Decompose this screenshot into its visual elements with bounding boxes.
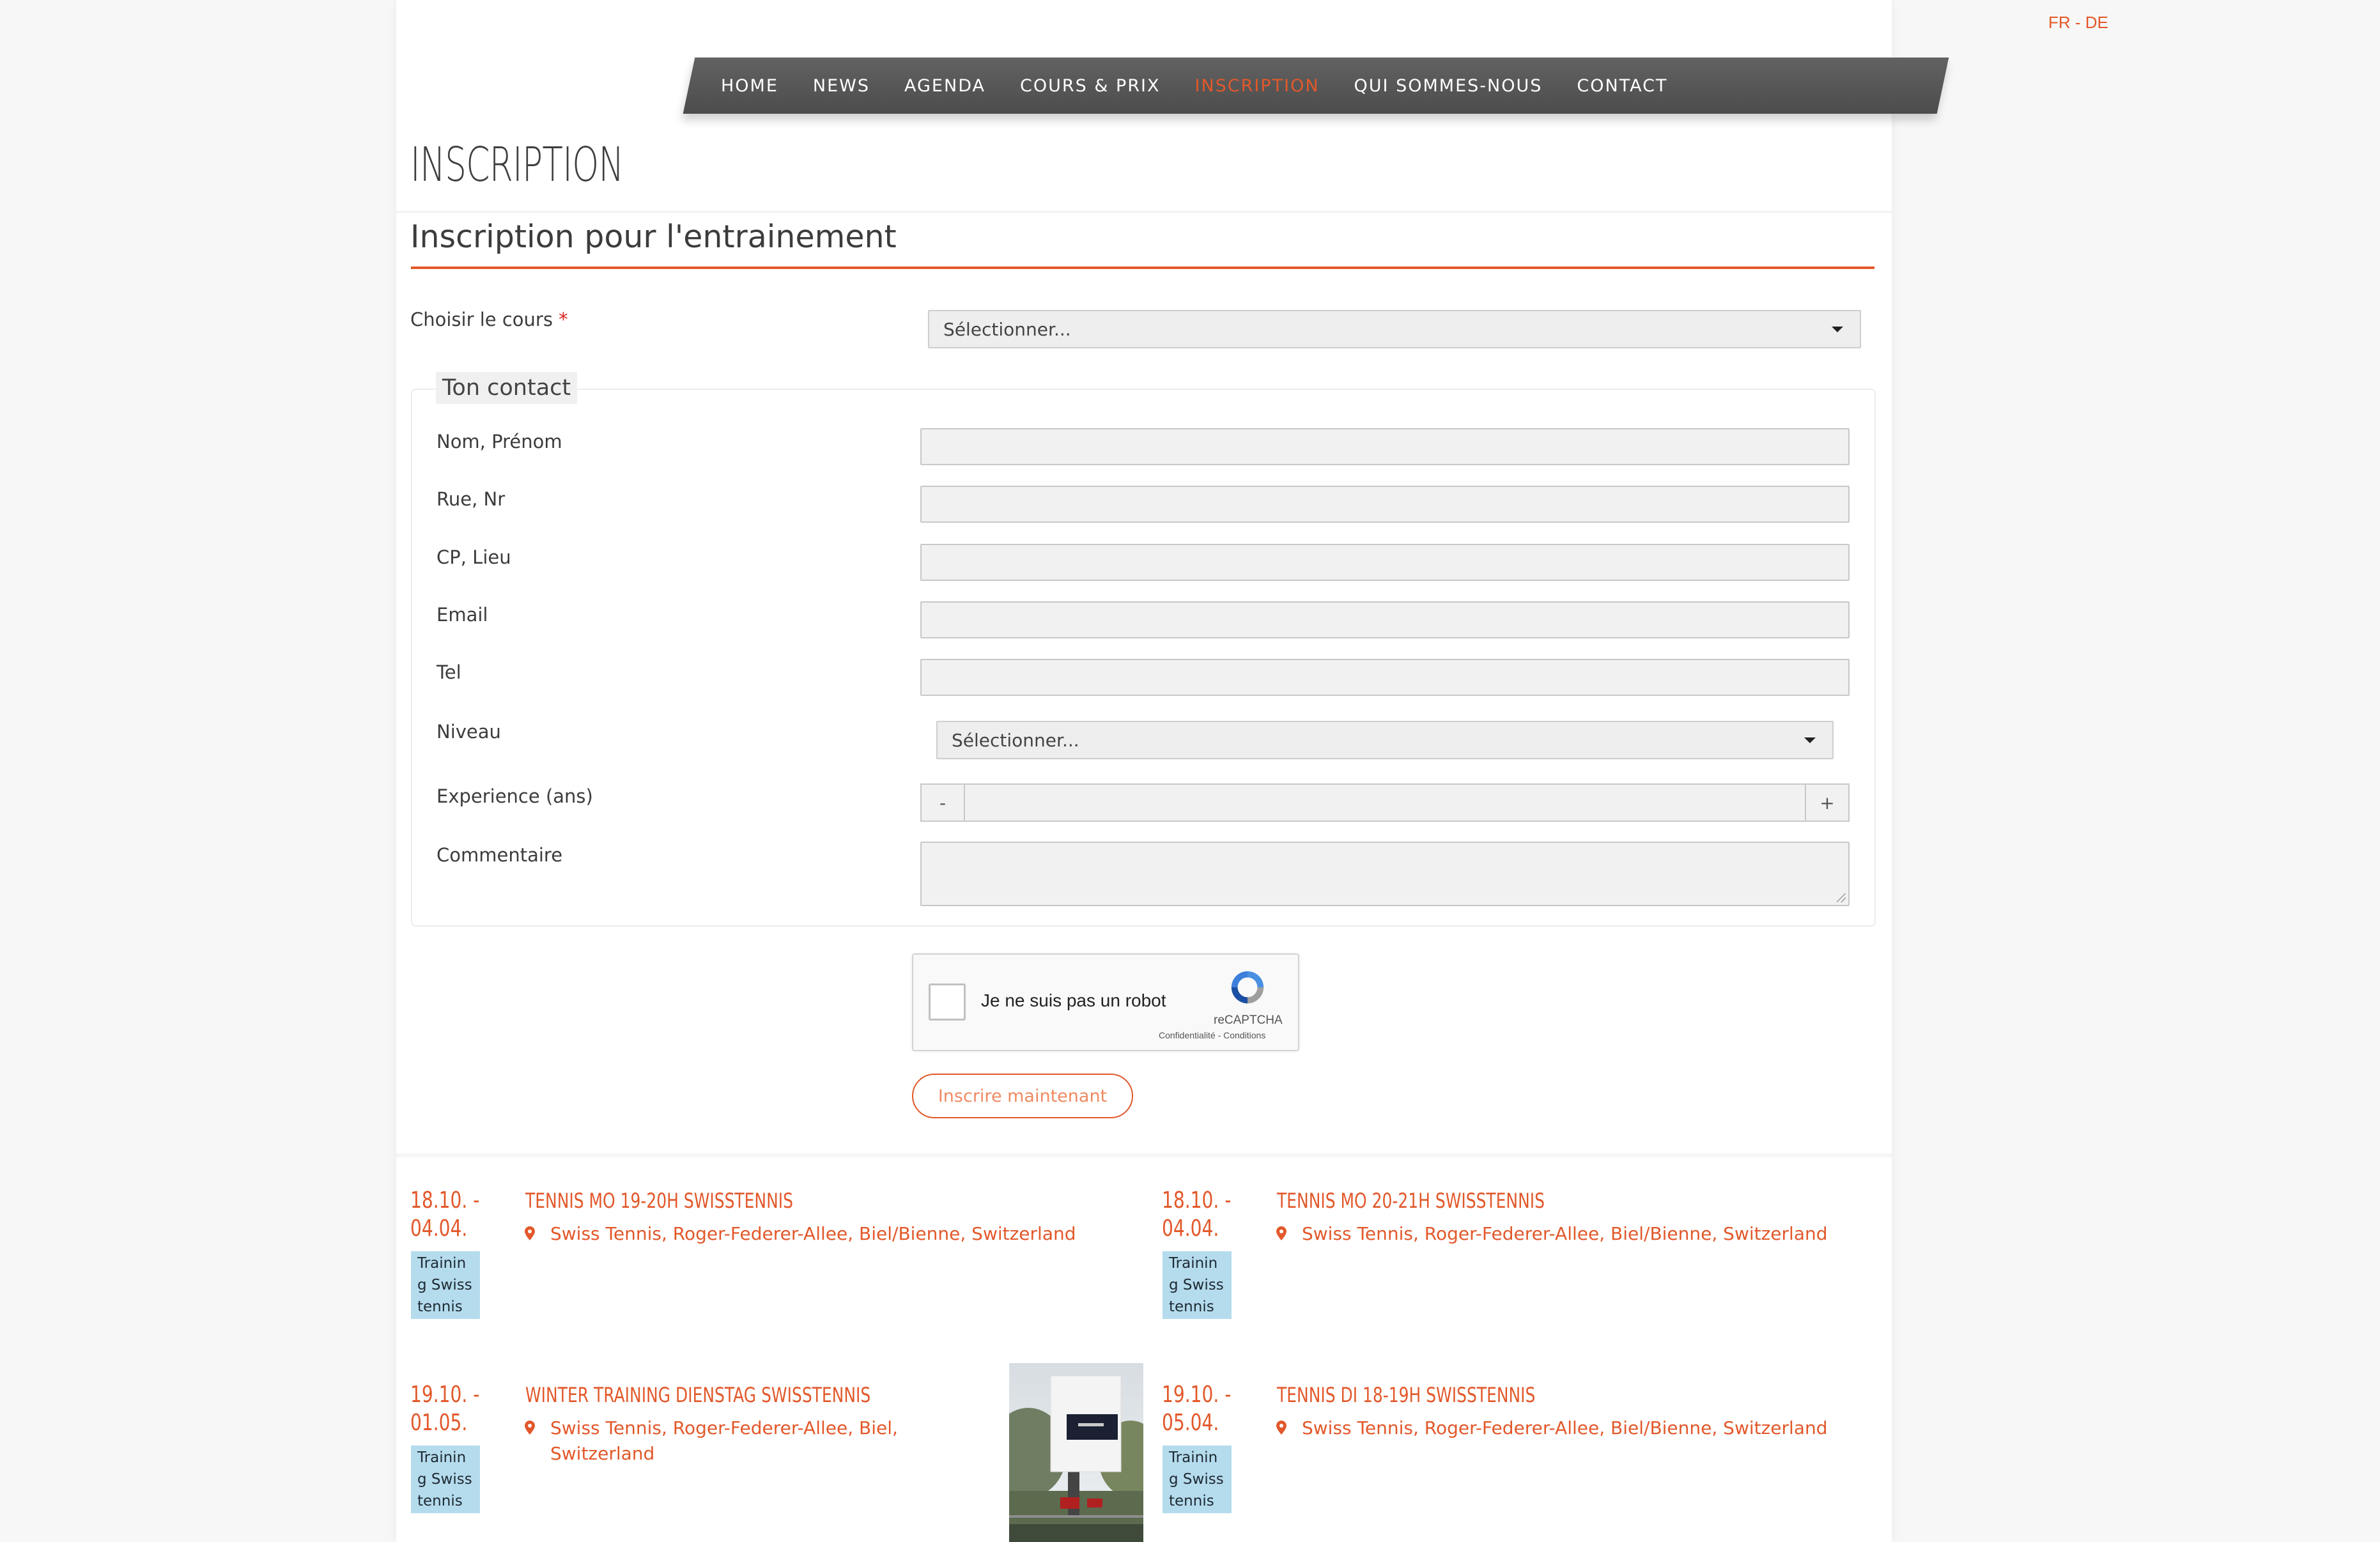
event-date: 18.10. - 04.04. [1162, 1187, 1232, 1242]
experience-label: Experience (ans) [437, 785, 593, 807]
event-title-link[interactable]: TENNIS MO 20-21H SWISSTENNIS [1277, 1189, 1545, 1213]
event-category-tag[interactable]: Training Swisstennis [1163, 1251, 1232, 1319]
section-separator [396, 1153, 1892, 1157]
event-title-link[interactable]: TENNIS MO 19-20H SWISSTENNIS [525, 1189, 793, 1213]
chevron-down-icon [1832, 327, 1843, 332]
city-label: CP, Lieu [437, 546, 511, 568]
course-select-value: Sélectionner... [943, 318, 1071, 340]
street-input[interactable] [920, 486, 1850, 523]
recaptcha-brand: reCAPTCHA [1214, 1014, 1283, 1027]
map-pin-icon [525, 1421, 535, 1435]
map-pin-icon [1276, 1421, 1287, 1435]
tel-input[interactable] [920, 659, 1850, 696]
required-mark: * [559, 309, 568, 330]
experience-decrement-button[interactable]: - [920, 783, 965, 822]
lang-de-link[interactable]: DE [2085, 13, 2108, 32]
event-category-tag[interactable]: Training Swisstennis [411, 1251, 480, 1319]
nav-agenda[interactable]: AGENDA [904, 76, 985, 96]
recaptcha-label: Je ne suis pas un robot [981, 991, 1166, 1010]
event-location: Swiss Tennis, Roger-Federer-Allee, Biel,… [550, 1417, 898, 1464]
event-photo[interactable] [1009, 1363, 1143, 1542]
email-input[interactable] [920, 601, 1850, 638]
chevron-down-icon [1804, 737, 1816, 743]
map-pin-icon [525, 1226, 535, 1240]
course-label: Choisir le cours * [410, 309, 568, 330]
event-date: 19.10. - 05.04. [1162, 1382, 1232, 1436]
event-category-tag[interactable]: Training Swisstennis [411, 1446, 480, 1513]
event-photo-image [1009, 1363, 1143, 1542]
experience-input[interactable] [965, 783, 1805, 822]
nav-cours-prix[interactable]: COURS & PRIX [1020, 76, 1161, 96]
event-location: Swiss Tennis, Roger-Federer-Allee, Biel/… [550, 1223, 1076, 1244]
contact-legend: Ton contact [436, 372, 578, 404]
recaptcha-logo-icon [1231, 971, 1264, 1004]
name-label: Nom, Prénom [437, 431, 562, 452]
lang-separator: - [2070, 13, 2085, 32]
map-pin-icon [1276, 1226, 1287, 1240]
page-title: INSCRIPTION [410, 137, 624, 192]
course-select[interactable]: Sélectionner... [928, 310, 1861, 348]
event-title-link[interactable]: TENNIS DI 18-19H SWISSTENNIS [1277, 1383, 1535, 1407]
form-title-underline [411, 266, 1874, 269]
recaptcha-checkbox[interactable] [929, 983, 966, 1021]
recaptcha-links[interactable]: Confidentialité - Conditions [1159, 1030, 1265, 1040]
email-label: Email [437, 604, 488, 626]
event-date: 18.10. - 04.04. [410, 1187, 480, 1242]
title-divider [396, 211, 1892, 213]
level-select[interactable]: Sélectionner... [936, 721, 1834, 759]
experience-increment-button[interactable]: + [1805, 783, 1850, 822]
main-navigation: HOME NEWS AGENDA COURS & PRIX INSCRIPTIO… [721, 58, 1667, 114]
street-label: Rue, Nr [437, 488, 506, 510]
nav-contact[interactable]: CONTACT [1577, 76, 1667, 96]
recaptcha-widget: Je ne suis pas un robot reCAPTCHA Confid… [912, 953, 1299, 1051]
comment-label: Commentaire [437, 844, 563, 866]
resize-handle-icon[interactable] [1837, 893, 1846, 902]
form-title: Inscription pour l'entrainement [410, 219, 897, 255]
level-select-value: Sélectionner... [952, 729, 1079, 751]
comment-textarea[interactable] [920, 842, 1850, 906]
course-label-text: Choisir le cours [410, 309, 553, 330]
name-input[interactable] [920, 428, 1850, 465]
language-switcher: FR - DE [2048, 13, 2108, 33]
event-date: 19.10. - 01.05. [410, 1382, 480, 1436]
event-location: Swiss Tennis, Roger-Federer-Allee, Biel/… [1302, 1417, 1828, 1438]
event-location: Swiss Tennis, Roger-Federer-Allee, Biel/… [1302, 1223, 1828, 1244]
lang-fr-link[interactable]: FR [2048, 13, 2071, 32]
tel-label: Tel [437, 661, 461, 683]
nav-home[interactable]: HOME [721, 76, 778, 96]
nav-qui-sommes-nous[interactable]: QUI SOMMES-NOUS [1354, 76, 1543, 96]
nav-inscription[interactable]: INSCRIPTION [1194, 76, 1319, 96]
event-category-tag[interactable]: Training Swisstennis [1163, 1446, 1232, 1513]
nav-news[interactable]: NEWS [813, 76, 870, 96]
event-title-link[interactable]: WINTER TRAINING DIENSTAG SWISSTENNIS [525, 1383, 870, 1407]
submit-button[interactable]: Inscrire maintenant [912, 1074, 1133, 1118]
city-input[interactable] [920, 544, 1850, 581]
level-label: Niveau [437, 721, 501, 743]
